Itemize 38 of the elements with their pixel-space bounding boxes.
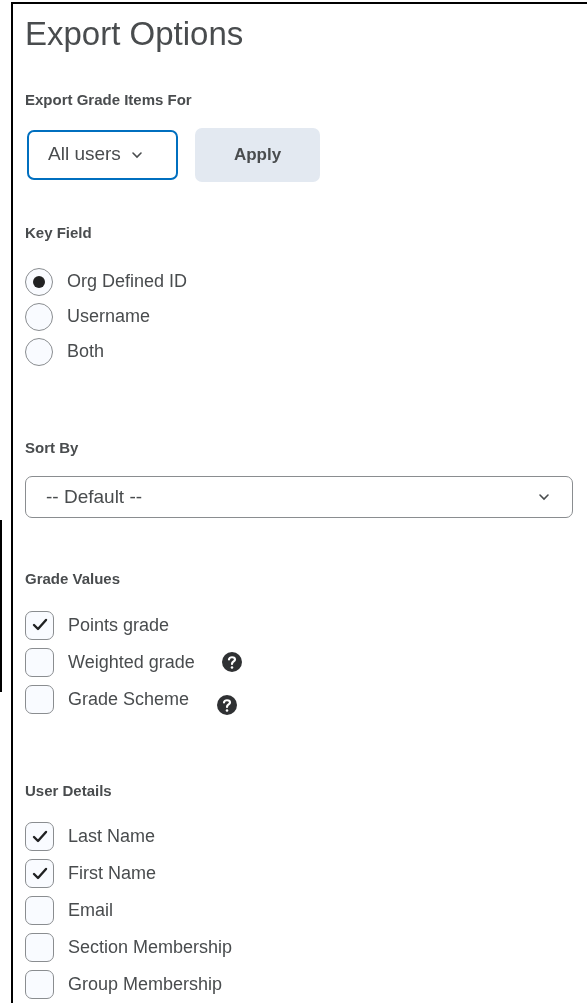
- checkbox[interactable]: [25, 933, 54, 962]
- checkbox[interactable]: [25, 647, 54, 677]
- radio-button[interactable]: [25, 337, 53, 366]
- checkbox[interactable]: [25, 610, 54, 640]
- apply-button[interactable]: Apply: [195, 127, 320, 182]
- option-label: Org Defined ID: [67, 270, 188, 293]
- checkmark-icon: [31, 618, 48, 632]
- section-label: User Details: [25, 780, 113, 801]
- section-label: Key Field: [25, 222, 93, 243]
- sort-dropdown[interactable]: -- Default --: [25, 475, 573, 518]
- checkmark-icon: [31, 866, 48, 881]
- help-icon[interactable]: [220, 651, 243, 673]
- checkbox[interactable]: [25, 896, 54, 925]
- page-title: Export Options: [25, 14, 245, 54]
- option-label: Last Name: [68, 825, 156, 848]
- checkbox[interactable]: [25, 859, 54, 888]
- users-dropdown[interactable]: All users: [27, 129, 178, 180]
- radio-button[interactable]: [25, 267, 53, 296]
- checkbox[interactable]: [25, 822, 54, 851]
- help-icon[interactable]: [216, 694, 239, 716]
- section-label: Export Grade Items For: [25, 90, 193, 110]
- chevron-down-icon: [130, 150, 143, 159]
- checkmark-icon: [31, 829, 48, 844]
- radio-button[interactable]: [25, 302, 53, 331]
- section-label: Sort By: [25, 438, 80, 458]
- option-label: Points grade: [68, 613, 170, 637]
- option-label: Weighted grade: [68, 650, 195, 674]
- option-label: Email: [68, 899, 113, 922]
- option-label: Grade Scheme: [68, 687, 190, 711]
- chevron-down-icon: [538, 492, 550, 501]
- section-label: Grade Values: [25, 569, 122, 589]
- option-label: Username: [67, 305, 151, 328]
- option-label: Section Membership: [68, 936, 233, 959]
- checkbox[interactable]: [25, 684, 54, 714]
- option-label: Group Membership: [68, 973, 223, 996]
- checkbox[interactable]: [25, 970, 54, 999]
- option-label: Both: [67, 340, 105, 363]
- option-label: First Name: [68, 862, 156, 885]
